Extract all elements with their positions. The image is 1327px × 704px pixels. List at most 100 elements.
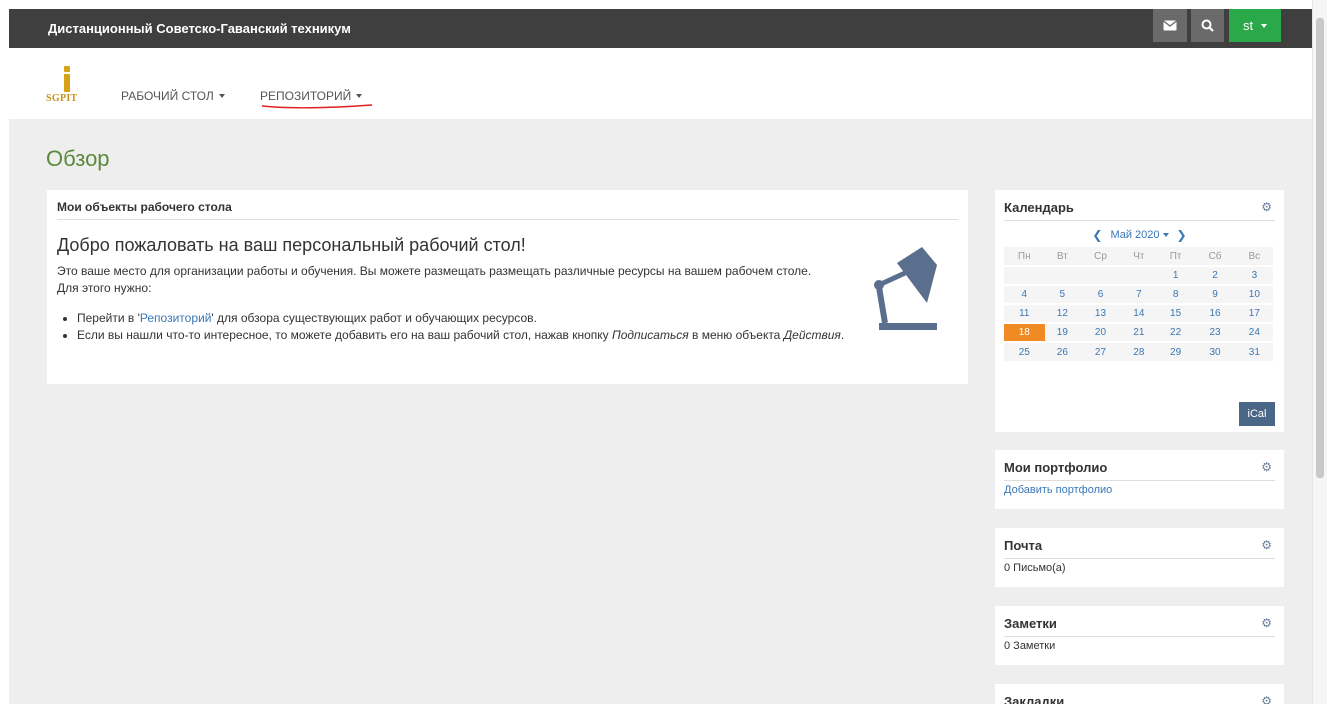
calendar-empty-cell [1044,265,1081,285]
add-portfolio-link[interactable]: Добавить портфолио [1004,484,1112,496]
calendar-today[interactable]: 18 [1004,322,1045,342]
dashboard-panel: Мои объекты рабочего стола Добро пожалов… [47,190,968,384]
panel-heading: Закладки ⚙ [1004,694,1275,704]
calendar-day[interactable]: 15 [1156,303,1195,323]
calendar-day[interactable]: 25 [1004,341,1045,361]
panel-heading: Мои портфолио ⚙ [1004,460,1275,481]
scrollbar-thumb[interactable] [1316,18,1324,478]
calendar-day[interactable]: 3 [1235,265,1273,285]
panel-heading: Почта ⚙ [1004,538,1275,559]
welcome-title: Добро пожаловать на ваш персональный раб… [57,235,526,255]
portfolio-panel: Мои портфолио ⚙ Добавить портфолио [995,450,1284,509]
calendar-day[interactable]: 10 [1235,284,1273,304]
logo-dot [64,66,70,72]
site-title[interactable]: Дистанционный Советско-Гаванский технику… [48,21,351,36]
portfolio-heading: Мои портфолио [1004,460,1108,475]
calendar-day[interactable]: 28 [1120,341,1157,361]
list-item: Если вы нашли что-то интересное, то може… [77,327,857,344]
calendar-day[interactable]: 9 [1194,284,1236,304]
item-text-suffix: . [840,328,845,342]
welcome-text: Это ваше место для организации работы и … [57,264,812,295]
calendar-day[interactable]: 5 [1044,284,1081,304]
calendar-week-row: 18 19 20 21 22 23 24 [1004,322,1273,342]
weekday-header: Сб [1194,247,1236,266]
repository-link[interactable]: Репозиторий [140,311,212,325]
chevron-down-icon [218,94,225,98]
calendar-day[interactable]: 19 [1044,322,1081,342]
calendar-day[interactable]: 21 [1120,322,1157,342]
calendar-day[interactable]: 24 [1235,322,1273,342]
gear-icon[interactable]: ⚙ [1261,200,1272,214]
user-menu-button[interactable]: st [1229,9,1281,42]
month-selector[interactable]: Май 2020 [1110,229,1169,241]
calendar-day[interactable]: 2 [1194,265,1236,285]
calendar-day[interactable]: 1 [1156,265,1195,285]
calendar-week-row: 25 26 27 28 29 30 31 [1004,341,1273,361]
calendar-day[interactable]: 29 [1156,341,1195,361]
search-button[interactable] [1191,9,1224,42]
calendar-day[interactable]: 12 [1044,303,1081,323]
weekday-header: Пн [1004,247,1045,266]
main-navbar: SGPIT РАБОЧИЙ СТОЛ РЕПОЗИТОРИЙ [9,48,1312,119]
logo-stem [64,74,70,92]
calendar-empty-cell [1004,265,1045,285]
calendar-day[interactable]: 27 [1080,341,1121,361]
panel-body: Добавить портфолио [1004,484,1112,496]
top-bar: Дистанционный Советско-Гаванский технику… [9,9,1312,48]
calendar-week-row: 11 12 13 14 15 16 17 [1004,303,1273,323]
chevron-right-icon[interactable]: ❯ [1177,228,1187,242]
mail-button[interactable] [1153,9,1187,42]
mail-panel: Почта ⚙ 0 Письмо(а) [995,528,1284,587]
page-title: Обзор [46,146,110,171]
desk-lamp-icon [874,247,937,330]
gear-icon[interactable]: ⚙ [1261,694,1272,704]
calendar-day[interactable]: 16 [1194,303,1236,323]
calendar-day[interactable]: 22 [1156,322,1195,342]
calendar-day[interactable]: 23 [1194,322,1236,342]
item-text-prefix: Перейти в ' [77,311,140,325]
nav-item-label: РАБОЧИЙ СТОЛ [121,89,214,103]
calendar-day[interactable]: 4 [1004,284,1045,304]
calendar-day[interactable]: 26 [1044,341,1081,361]
calendar-panel: Календарь ⚙ ❮ Май 2020 ❯ Пн Вт Ср Чт Пт … [995,190,1284,432]
weekday-header: Вт [1044,247,1081,266]
calendar-day[interactable]: 17 [1235,303,1273,323]
gear-icon[interactable]: ⚙ [1261,460,1272,474]
panel-heading: Заметки ⚙ [1004,616,1275,637]
chevron-left-icon[interactable]: ❮ [1092,228,1102,242]
calendar-day[interactable]: 7 [1120,284,1157,304]
calendar-day[interactable]: 13 [1080,303,1121,323]
list-item: Перейти в 'Репозиторий' для обзора сущес… [77,310,857,327]
notes-count: 0 Заметки [1004,640,1056,652]
calendar-day[interactable]: 6 [1080,284,1121,304]
envelope-icon [1163,20,1177,31]
calendar-empty-cell [1080,265,1121,285]
gear-icon[interactable]: ⚙ [1261,538,1272,552]
item-text-prefix: Если вы нашли что-то интересное, то може… [77,328,613,342]
month-label: Май 2020 [1110,229,1160,241]
item-text-suffix: ' для обзора существующих работ и обучаю… [211,311,537,325]
nav-item-dashboard[interactable]: РАБОЧИЙ СТОЛ [121,89,225,103]
weekday-header: Вс [1235,247,1273,266]
nav-item-repository[interactable]: РЕПОЗИТОРИЙ [260,89,363,103]
calendar-day[interactable]: 20 [1080,322,1121,342]
bookmarks-panel: Закладки ⚙ [995,684,1284,704]
vertical-scrollbar[interactable] [1312,0,1327,704]
calendar-day[interactable]: 30 [1194,341,1236,361]
ical-button[interactable]: iCal [1239,402,1275,426]
chevron-down-icon [1162,233,1169,238]
notes-panel: Заметки ⚙ 0 Заметки [995,606,1284,665]
calendar-day[interactable]: 14 [1120,303,1157,323]
chevron-down-icon [356,94,363,98]
subscribe-term: Подписаться [612,328,689,342]
red-underline-annotation [261,104,373,109]
weekday-header: Чт [1120,247,1157,266]
mail-count: 0 Письмо(а) [1004,562,1066,574]
gear-icon[interactable]: ⚙ [1261,616,1272,630]
calendar-day[interactable]: 31 [1235,341,1273,361]
instructions-list: Перейти в 'Репозиторий' для обзора сущес… [77,310,857,344]
calendar-day[interactable]: 11 [1004,303,1045,323]
calendar-day[interactable]: 8 [1156,284,1195,304]
logo-text: SGPIT [46,93,78,104]
site-logo[interactable]: SGPIT [46,66,86,106]
